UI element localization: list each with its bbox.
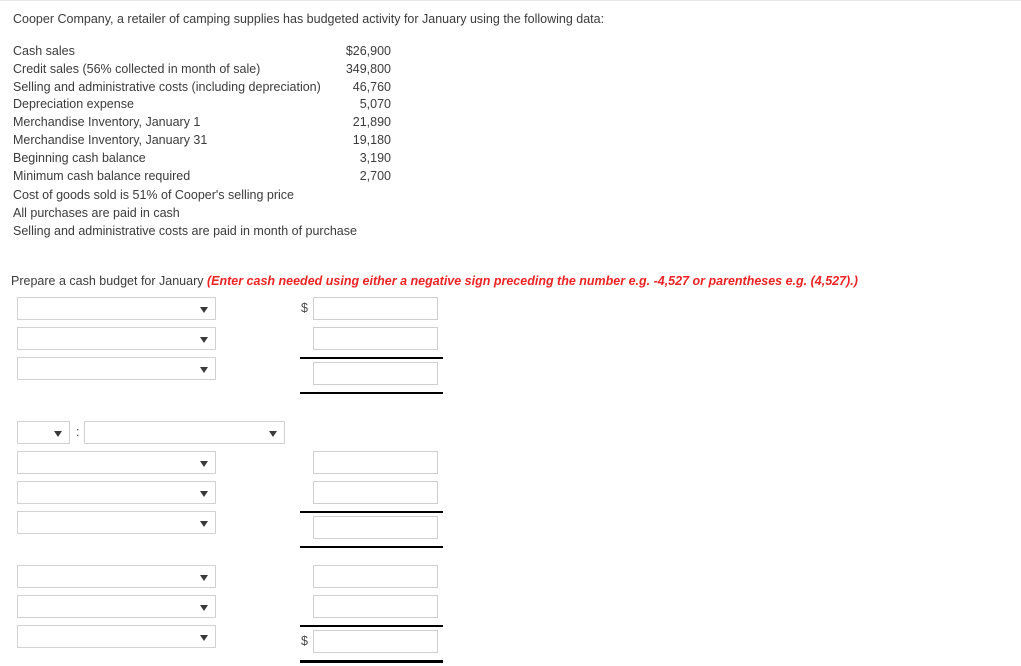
receipts-line-select-2[interactable] <box>17 327 216 350</box>
fact-label: Selling and administrative costs (includ… <box>13 79 321 94</box>
note-line: Selling and administrative costs are pai… <box>13 223 357 238</box>
fact-amount: 21,890 <box>352 115 391 130</box>
fact-label: Beginning cash balance <box>13 150 146 165</box>
payments-header-row: : <box>17 421 286 444</box>
table-row: Cash sales $26,900 <box>13 43 391 61</box>
chevron-down-icon <box>200 520 208 527</box>
amount-row <box>300 565 445 588</box>
fact-label: Merchandise Inventory, January 31 <box>13 132 208 147</box>
requirement-hint: (Enter cash needed using either a negati… <box>206 274 858 288</box>
chevron-down-icon <box>200 604 208 611</box>
table-row: Depreciation expense 5,070 <box>13 96 391 114</box>
fact-amount: 46,760 <box>352 79 391 94</box>
chevron-down-icon <box>200 306 208 313</box>
payments-amount-input-1[interactable] <box>313 451 438 474</box>
subtotal-rule <box>300 511 443 513</box>
chevron-down-icon <box>200 490 208 497</box>
amount-row <box>300 362 445 385</box>
ending-amount-input-1[interactable] <box>313 565 438 588</box>
worksheet-page: Cooper Company, a retailer of camping su… <box>0 1 1021 664</box>
fact-label: Merchandise Inventory, January 1 <box>13 115 201 130</box>
ending-line-select-2[interactable] <box>17 595 216 618</box>
requirement-lead: Prepare a cash budget for January <box>11 274 207 288</box>
table-row: Merchandise Inventory, January 1 21,890 <box>13 114 391 132</box>
amount-row <box>300 327 445 350</box>
intro-text: Cooper Company, a retailer of camping su… <box>13 12 605 26</box>
chevron-down-icon <box>200 336 208 343</box>
fact-amount: 349,800 <box>345 61 391 76</box>
table-row: Selling and administrative costs (includ… <box>13 79 391 97</box>
amount-row <box>300 481 445 504</box>
receipts-select-column <box>17 297 216 387</box>
table-row: Minimum cash balance required 2,700 <box>13 168 391 186</box>
chevron-down-icon <box>200 460 208 467</box>
ending-line-select-3[interactable] <box>17 625 216 648</box>
payments-header-main-select[interactable] <box>84 421 286 444</box>
chevron-down-icon <box>200 366 208 373</box>
note-line: All purchases are paid in cash <box>13 205 180 220</box>
payments-amount-column <box>300 451 445 551</box>
total-rule <box>300 392 443 394</box>
note-line: Cost of goods sold is 51% of Cooper's se… <box>13 188 295 202</box>
amount-row <box>300 451 445 474</box>
subtotal-rule <box>300 357 443 359</box>
subtotal-rule <box>300 625 443 627</box>
form-group-cash-payments: : <box>0 401 1021 548</box>
receipts-line-select-1[interactable] <box>17 297 216 320</box>
cash-budget-form: $ : $ <box>0 297 1021 663</box>
fact-amount: 19,180 <box>352 132 391 147</box>
colon-separator: : <box>76 425 80 439</box>
fact-label: Cash sales <box>13 44 75 58</box>
table-row: Beginning cash balance 3,190 <box>13 150 391 168</box>
chevron-down-icon <box>200 634 208 641</box>
payments-select-column: : <box>17 421 286 541</box>
currency-symbol: $ <box>301 301 308 315</box>
grand-total-rule <box>300 660 443 663</box>
payments-line-select-1[interactable] <box>17 451 216 474</box>
payments-line-select-3[interactable] <box>17 511 216 534</box>
form-group-ending-cash: $ <box>0 546 1021 663</box>
payments-header-prefix-select[interactable] <box>17 421 70 444</box>
fact-amount: 3,190 <box>359 150 391 165</box>
chevron-down-icon <box>54 430 62 437</box>
amount-row <box>300 516 445 539</box>
payments-line-select-2[interactable] <box>17 481 216 504</box>
table-row: Merchandise Inventory, January 31 19,180 <box>13 132 391 150</box>
currency-symbol: $ <box>301 634 308 648</box>
payments-total-input[interactable] <box>313 516 438 539</box>
receipts-amount-input-2[interactable] <box>313 327 438 350</box>
fact-label: Credit sales (56% collected in month of … <box>13 61 261 76</box>
ending-cash-total-input[interactable] <box>313 630 438 653</box>
ending-select-column <box>17 565 216 655</box>
amount-row: $ <box>300 297 445 320</box>
budget-data-table: Cash sales $26,900 Credit sales (56% col… <box>13 43 391 185</box>
receipts-amount-column: $ <box>300 297 445 397</box>
ending-amount-column: $ <box>300 565 445 666</box>
receipts-amount-input-1[interactable] <box>313 297 438 320</box>
fact-amount: 2,700 <box>359 168 391 183</box>
amount-row: $ <box>300 630 445 653</box>
chevron-down-icon <box>269 430 278 437</box>
fact-label: Depreciation expense <box>13 97 134 112</box>
receipts-line-select-3[interactable] <box>17 357 216 380</box>
payments-amount-input-2[interactable] <box>313 481 438 504</box>
table-row: Credit sales (56% collected in month of … <box>13 61 391 79</box>
fact-amount: $26,900 <box>345 44 391 58</box>
amount-row <box>300 595 445 618</box>
ending-amount-input-2[interactable] <box>313 595 438 618</box>
receipts-total-input[interactable] <box>313 362 438 385</box>
assumption-notes: Cost of goods sold is 51% of Cooper's se… <box>13 187 357 240</box>
fact-label: Minimum cash balance required <box>13 168 191 183</box>
requirement-text: Prepare a cash budget for January (Enter… <box>11 273 858 289</box>
form-group-cash-receipts: $ <box>0 297 1021 401</box>
fact-amount: 5,070 <box>359 97 391 112</box>
ending-line-select-1[interactable] <box>17 565 216 588</box>
chevron-down-icon <box>200 574 208 581</box>
